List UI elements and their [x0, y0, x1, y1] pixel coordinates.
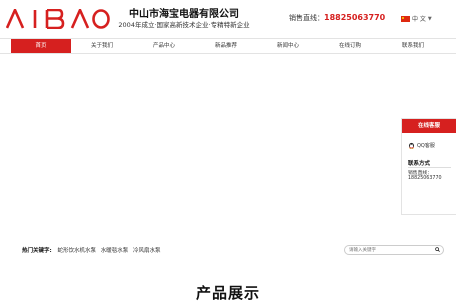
language-label: 中 文 — [412, 16, 426, 23]
side-phone-label: 销售直线： — [408, 171, 432, 176]
hot-keywords: 热门关键字: 蛇形饮水机水泵 水暖毯水泵 冷风扇水泵 — [22, 246, 164, 254]
nav-item-news[interactable]: 新闻中心 — [257, 39, 319, 53]
qq-service-link[interactable]: QQ客服 — [408, 142, 435, 149]
side-phone-number[interactable]: 18825063770 — [408, 176, 442, 181]
search-input[interactable] — [349, 247, 429, 254]
company-slogan: 2004年成立·国家高新技术企业·专精特新企业 — [118, 21, 250, 29]
main-nav: 首页 关于我们 产品中心 新品推荐 新闻中心 在线订购 联系我们 — [0, 38, 456, 54]
language-selector[interactable]: 中 文 ▼ — [401, 14, 432, 23]
hotline-label: 销售直线： — [289, 14, 324, 22]
company-name: 中山市海宝电器有限公司 — [129, 9, 239, 20]
aibao-logo[interactable] — [6, 9, 110, 29]
hot-keywords-label: 热门关键字: — [22, 248, 52, 254]
search-box — [344, 245, 444, 255]
nav-item-new-products[interactable]: 新品推荐 — [195, 39, 257, 53]
qq-penguin-icon — [408, 142, 415, 149]
chevron-down-icon: ▼ — [427, 15, 432, 22]
online-service-panel: 在线客服 QQ客服 联系方式 销售直线： 18825063770 — [401, 118, 456, 215]
hot-keyword-link[interactable]: 水暖毯水泵 — [101, 248, 129, 254]
nav-item-about[interactable]: 关于我们 — [71, 39, 133, 53]
company-block: 中山市海宝电器有限公司 2004年成立·国家高新技术企业·专精特新企业 — [118, 9, 250, 30]
nav-item-home[interactable]: 首页 — [11, 39, 71, 53]
hotline-number[interactable]: 18825063770 — [324, 13, 385, 22]
nav-item-contact[interactable]: 联系我们 — [381, 39, 445, 53]
online-service-title: 在线客服 — [402, 119, 456, 133]
china-flag-icon — [401, 15, 410, 22]
hot-keyword-link[interactable]: 冷风扇水泵 — [133, 248, 161, 254]
divider — [408, 167, 451, 168]
hot-keyword-link[interactable]: 蛇形饮水机水泵 — [57, 248, 96, 254]
sales-hotline: 销售直线：18825063770 — [289, 13, 385, 23]
nav-item-order[interactable]: 在线订购 — [319, 39, 381, 53]
search-icon[interactable] — [435, 247, 440, 252]
nav-item-products[interactable]: 产品中心 — [133, 39, 195, 53]
qq-service-label: QQ客服 — [417, 143, 435, 149]
contact-title: 联系方式 — [408, 161, 431, 167]
